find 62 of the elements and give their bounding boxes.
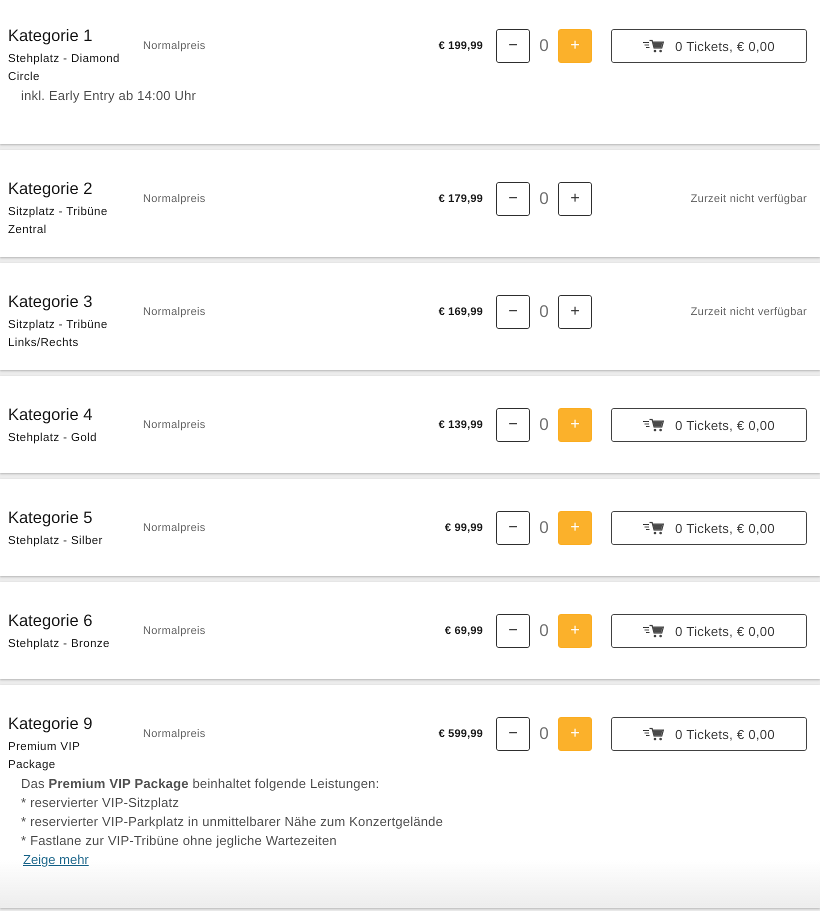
add-to-cart-button[interactable]: 0 Tickets, € 0,00	[611, 29, 807, 63]
quantity-value: 0	[538, 302, 550, 322]
cart-icon	[643, 624, 664, 638]
price-text: € 199,99	[438, 40, 483, 52]
decrease-button[interactable]: −	[496, 717, 530, 751]
add-to-cart-button[interactable]: 0 Tickets, € 0,00	[611, 717, 807, 751]
price-type-label: Normalpreis	[143, 522, 206, 534]
category-subtitle: Premium VIP Package	[8, 740, 81, 772]
price-type-label: Normalpreis	[143, 625, 206, 637]
category-subtitle: Stehplatz - Gold	[8, 431, 98, 446]
category-title: Kategorie 5	[8, 508, 94, 528]
category-title: Kategorie 6	[8, 611, 94, 631]
price-text: € 99,99	[444, 522, 483, 534]
add-to-cart-button[interactable]: 0 Tickets, € 0,00	[611, 408, 807, 442]
price-text: € 69,99	[444, 625, 483, 637]
decrease-button[interactable]: −	[496, 614, 530, 648]
price-type-label: Normalpreis	[143, 40, 206, 52]
category-subtitle: Stehplatz - Bronze	[8, 637, 111, 652]
category-subtitle: Stehplatz - Diamond Circle	[8, 52, 121, 84]
decrease-button[interactable]: −	[496, 295, 530, 329]
category-title: Kategorie 1	[8, 26, 94, 46]
category-subtitle: Sitzplatz - Tribüne Zentral	[8, 205, 109, 238]
description-text: * Fastlane zur VIP-Tribüne ohne jegliche Wartezeiten	[21, 832, 338, 850]
category-title: Kategorie 4	[8, 405, 94, 425]
add-to-cart-button[interactable]: 0 Tickets, € 0,00	[611, 511, 807, 545]
category-title: Kategorie 3	[8, 292, 94, 312]
price-type-label: Normalpreis	[143, 306, 206, 318]
cart-icon	[643, 39, 664, 53]
cart-icon	[643, 727, 664, 741]
quantity-value: 0	[538, 621, 550, 641]
quantity-value: 0	[538, 724, 550, 744]
add-to-cart-button[interactable]: 0 Tickets, € 0,00	[611, 614, 807, 648]
increase-button[interactable]: +	[558, 295, 592, 329]
description-text: inkl. Early Entry ab 14:00 Uhr	[21, 87, 198, 105]
price-text: € 169,99	[438, 306, 483, 318]
quantity-value: 0	[538, 518, 550, 538]
description-text: * reservierter VIP-Sitzplatz	[21, 794, 180, 812]
quantity-value: 0	[538, 189, 550, 209]
price-text: € 139,99	[438, 419, 483, 431]
availability-status: Zurzeit nicht verfügbar	[690, 306, 807, 318]
decrease-button[interactable]: −	[496, 29, 530, 63]
price-type-label: Normalpreis	[143, 193, 206, 205]
decrease-button[interactable]: −	[496, 511, 530, 545]
availability-status: Zurzeit nicht verfügbar	[690, 193, 807, 205]
category-title: Kategorie 9	[8, 714, 94, 734]
show-more-link[interactable]: Zeige mehr	[23, 850, 89, 869]
decrease-button[interactable]: −	[496, 408, 530, 442]
price-text: € 179,99	[438, 193, 483, 205]
quantity-value: 0	[538, 36, 550, 56]
category-title: Kategorie 2	[8, 179, 94, 199]
decrease-button[interactable]: −	[496, 182, 530, 216]
increase-button[interactable]: +	[558, 182, 592, 216]
category-subtitle: Stehplatz - Silber	[8, 534, 104, 549]
quantity-value: 0	[538, 415, 550, 435]
description-text: * reservierter VIP-Parkplatz in unmittelbarer Nähe zum Konzertgelände	[21, 813, 444, 831]
cart-icon	[643, 418, 664, 432]
price-text: € 599,99	[438, 728, 483, 740]
category-subtitle: Sitzplatz - Tribüne Links/Rechts	[8, 318, 109, 350]
cart-icon	[643, 521, 664, 535]
description-text: Das Premium VIP Package beinhaltet folgende Leistungen:	[21, 775, 380, 793]
price-type-label: Normalpreis	[143, 419, 206, 431]
price-type-label: Normalpreis	[143, 728, 206, 740]
